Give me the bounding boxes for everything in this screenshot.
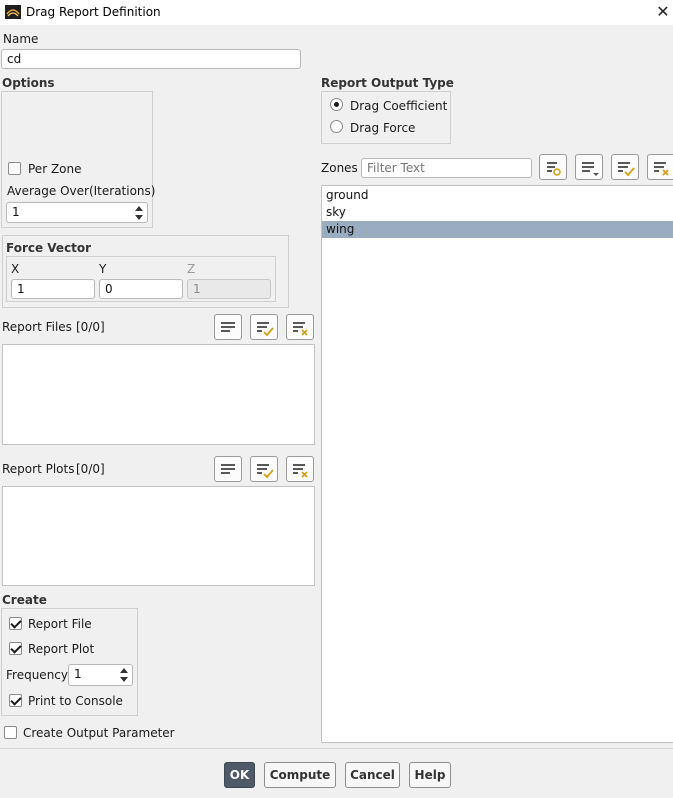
list-clear-icon (293, 464, 308, 478)
spin-down-icon[interactable] (120, 677, 128, 682)
zone-item-wing[interactable]: wing (322, 221, 673, 238)
name-input[interactable]: cd (1, 49, 301, 69)
force-x-input[interactable]: 1 (11, 279, 95, 299)
report-files-label: Report Files (2, 320, 72, 334)
frequency-spinner[interactable] (118, 665, 130, 685)
print-to-console-label: Print to Console (28, 694, 123, 708)
list-lines-icon (221, 322, 235, 332)
report-plots-count: [0/0] (76, 462, 105, 476)
list-check-icon (257, 464, 274, 479)
report-files-count: [0/0] (76, 320, 105, 334)
report-files-select-all-button[interactable] (250, 314, 278, 340)
name-label: Name (3, 32, 39, 46)
compute-button[interactable]: Compute (264, 762, 336, 788)
options-heading: Options (2, 76, 55, 90)
close-icon: ✕ (656, 2, 670, 21)
zones-select-all-button[interactable] (611, 154, 639, 180)
report-output-type-heading: Report Output Type (321, 76, 454, 90)
print-to-console-checkbox[interactable] (9, 694, 22, 707)
close-button[interactable]: ✕ (655, 3, 671, 21)
drag-force-radio[interactable] (330, 120, 343, 133)
list-check-icon (618, 162, 635, 177)
zones-list[interactable]: ground sky wing (321, 185, 673, 743)
zones-deselect-all-button[interactable] (647, 154, 673, 180)
report-plots-deselect-all-button[interactable] (286, 456, 314, 482)
zones-filter-input[interactable] (361, 158, 532, 178)
list-clear-icon (293, 322, 308, 336)
spin-up-icon[interactable] (135, 206, 143, 211)
average-over-label: Average Over(Iterations) (7, 184, 156, 198)
zones-select-match-button[interactable] (539, 154, 567, 180)
report-file-label: Report File (28, 617, 92, 631)
force-vector-heading: Force Vector (6, 241, 92, 255)
y-label: Y (99, 262, 107, 276)
frequency-value: 1 (74, 667, 82, 681)
drag-coefficient-radio[interactable] (330, 98, 343, 111)
report-plot-checkbox[interactable] (9, 642, 22, 655)
report-files-list[interactable] (2, 344, 315, 445)
help-button[interactable]: Help (409, 762, 451, 788)
per-zone-label: Per Zone (28, 162, 82, 176)
button-bar-divider (0, 748, 673, 749)
report-plots-select-all-button[interactable] (250, 456, 278, 482)
cancel-button[interactable]: Cancel (345, 762, 400, 788)
zones-label: Zones (321, 161, 358, 175)
force-z-input: 1 (187, 279, 271, 299)
zones-list-menu-button[interactable] (575, 154, 603, 180)
list-check-icon (257, 322, 274, 337)
drag-coefficient-label: Drag Coefficient (350, 99, 448, 113)
zone-item-ground[interactable]: ground (322, 187, 673, 204)
fluent-app-icon (5, 5, 21, 19)
create-output-parameter-checkbox[interactable] (4, 726, 17, 739)
spin-up-icon[interactable] (120, 668, 128, 673)
create-output-parameter-label: Create Output Parameter (23, 726, 175, 740)
average-over-value: 1 (12, 205, 20, 219)
drag-force-label: Drag Force (350, 121, 416, 135)
list-clear-icon (654, 162, 669, 176)
report-plots-list[interactable] (2, 486, 315, 586)
report-files-list-button[interactable] (214, 314, 242, 340)
average-over-input[interactable]: 1 (6, 202, 148, 223)
title-bar: Drag Report Definition ✕ (0, 0, 673, 25)
report-plots-list-button[interactable] (214, 456, 242, 482)
force-y-input[interactable]: 0 (99, 279, 183, 299)
report-files-deselect-all-button[interactable] (286, 314, 314, 340)
create-heading: Create (2, 593, 47, 607)
ok-button[interactable]: OK (224, 762, 255, 788)
frequency-label: Frequency (6, 668, 68, 682)
list-lines-icon (221, 464, 235, 474)
list-filter-icon (547, 162, 561, 176)
report-plots-label: Report Plots (2, 462, 75, 476)
window-title: Drag Report Definition (26, 5, 161, 19)
average-over-spinner[interactable] (133, 203, 145, 223)
list-dropdown-icon (582, 162, 599, 176)
spin-down-icon[interactable] (135, 215, 143, 220)
z-label: Z (187, 262, 196, 276)
zone-item-sky[interactable]: sky (322, 204, 673, 221)
per-zone-checkbox[interactable] (8, 162, 21, 175)
x-label: X (11, 262, 20, 276)
report-plot-label: Report Plot (28, 642, 95, 656)
report-file-checkbox[interactable] (9, 617, 22, 630)
